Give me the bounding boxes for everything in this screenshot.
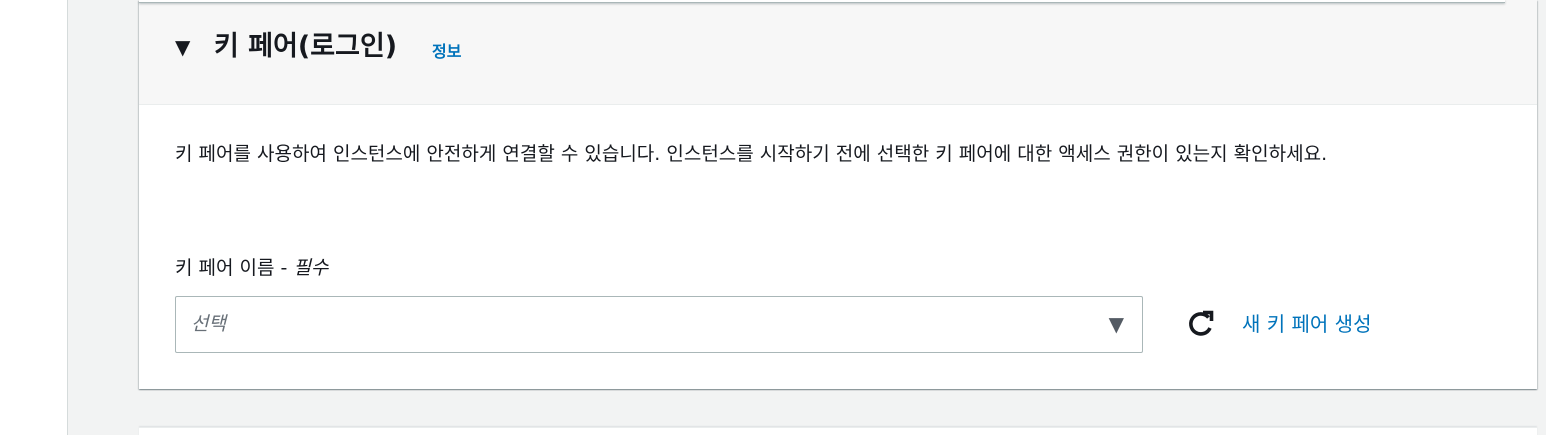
key-pair-name-label-text: 키 페어 이름 - — [175, 257, 294, 279]
info-link[interactable]: 정보 — [432, 38, 461, 62]
key-pair-select[interactable]: 선택 ▼ — [175, 296, 1143, 353]
chevron-down-icon: ▼ — [1108, 312, 1124, 336]
previous-panel-bottom-edge — [139, 0, 1505, 3]
refresh-icon — [1189, 310, 1214, 336]
create-new-key-pair-link[interactable]: 새 키 페어 생성 — [1242, 310, 1371, 338]
page: ▼ 키 페어(로그인) 정보 키 페어를 사용하여 인스턴스에 안전하게 연결할… — [0, 0, 1546, 435]
key-pair-name-label: 키 페어 이름 - 필수 — [175, 255, 328, 281]
left-navigation-rail — [0, 0, 68, 435]
key-pair-panel: ▼ 키 페어(로그인) 정보 키 페어를 사용하여 인스턴스에 안전하게 연결할… — [139, 0, 1537, 389]
required-indicator: 필수 — [293, 257, 329, 279]
key-pair-select-placeholder: 선택 — [191, 313, 226, 335]
refresh-button[interactable] — [1183, 306, 1219, 342]
key-pair-panel-header[interactable]: ▼ 키 페어(로그인) 정보 — [139, 0, 1537, 105]
panel-description: 키 페어를 사용하여 인스턴스에 안전하게 연결할 수 있습니다. 인스턴스를 … — [175, 143, 1328, 165]
panel-title: 키 페어(로그인) — [214, 31, 398, 62]
next-panel-top-edge — [139, 427, 1537, 435]
expand-caret-icon[interactable]: ▼ — [175, 36, 190, 58]
